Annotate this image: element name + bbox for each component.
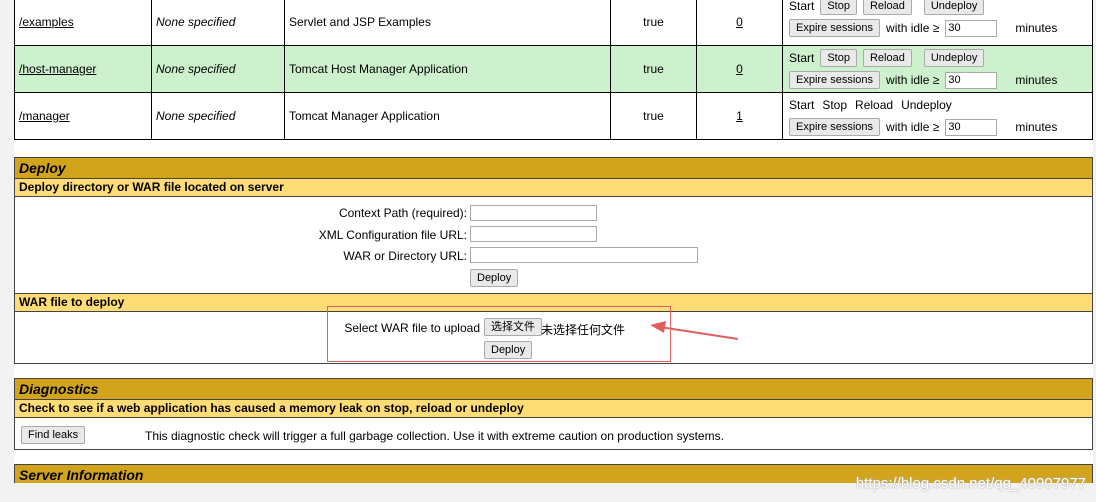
applications-table: /examples None specified Servlet and JSP… — [14, 0, 1093, 140]
minutes-label: minutes — [1015, 120, 1058, 134]
reload-command[interactable]: Reload — [855, 98, 893, 112]
start-command[interactable]: Start — [789, 0, 814, 13]
reload-button[interactable]: Reload — [862, 49, 912, 67]
manager-page: /examples None specified Servlet and JSP… — [14, 0, 1093, 483]
app-path-link[interactable]: /manager — [19, 109, 70, 123]
app-version: None specified — [151, 45, 285, 93]
war-url-label: WAR or Directory URL: — [343, 249, 467, 263]
context-path-input[interactable] — [470, 205, 597, 221]
app-version: None specified — [151, 92, 285, 140]
expire-sessions-button[interactable]: Expire sessions — [789, 71, 881, 89]
diagnostics-section: Diagnostics Check to see if a web applic… — [14, 378, 1093, 450]
app-running: true — [610, 92, 697, 140]
undeploy-command[interactable]: Undeploy — [901, 98, 952, 112]
idle-minutes-input[interactable] — [945, 71, 998, 89]
reload-button[interactable]: Reload — [862, 0, 912, 15]
diagnostics-note: This diagnostic check will trigger a ful… — [145, 429, 724, 443]
app-running: true — [610, 0, 697, 46]
app-version: None specified — [151, 0, 285, 46]
annotation-box — [327, 306, 671, 362]
minutes-label: minutes — [1015, 21, 1058, 35]
app-commands: Start Stop Reload Undeploy Expire sessio… — [782, 45, 1093, 93]
deploy-server-subtitle: Deploy directory or WAR file located on … — [15, 179, 1092, 197]
expire-sessions-button[interactable]: Expire sessions — [789, 19, 881, 37]
undeploy-button[interactable]: Undeploy — [923, 49, 985, 67]
deploy-server-button[interactable]: Deploy — [470, 269, 519, 287]
context-path-label: Context Path (required): — [338, 206, 467, 220]
table-row: /host-manager None specified Tomcat Host… — [14, 45, 1093, 93]
app-display-name: Servlet and JSP Examples — [284, 0, 611, 46]
xml-config-label: XML Configuration file URL: — [318, 228, 467, 242]
app-sessions-link[interactable]: 0 — [736, 62, 743, 76]
table-row: /examples None specified Servlet and JSP… — [14, 0, 1093, 46]
xml-config-input[interactable] — [470, 226, 597, 242]
watermark: https://blog.csdn.net/qq_40907977 — [855, 475, 1086, 492]
start-command[interactable]: Start — [789, 98, 814, 112]
idle-label: with idle ≥ — [886, 21, 940, 35]
app-path-link[interactable]: /host-manager — [19, 62, 96, 76]
stop-button[interactable]: Stop — [820, 0, 857, 15]
app-commands: Start Stop Reload Undeploy Expire sessio… — [782, 0, 1093, 46]
expire-sessions-button[interactable]: Expire sessions — [789, 118, 881, 136]
app-display-name: Tomcat Host Manager Application — [284, 45, 611, 93]
war-url-input[interactable] — [470, 247, 698, 263]
stop-button[interactable]: Stop — [820, 49, 857, 67]
annotation-arrow-icon — [650, 321, 739, 340]
idle-label: with idle ≥ — [886, 73, 940, 87]
diagnostics-title: Diagnostics — [15, 379, 1092, 400]
table-row: /manager None specified Tomcat Manager A… — [14, 92, 1093, 140]
start-command[interactable]: Start — [789, 51, 814, 65]
app-sessions-link[interactable]: 1 — [736, 109, 743, 123]
deploy-title: Deploy — [15, 158, 1092, 179]
app-path-link[interactable]: /examples — [19, 15, 74, 29]
idle-minutes-input[interactable] — [945, 19, 998, 37]
app-sessions-link[interactable]: 0 — [736, 15, 743, 29]
diagnostics-subtitle: Check to see if a web application has ca… — [15, 400, 1092, 418]
minutes-label: minutes — [1015, 73, 1058, 87]
stop-command[interactable]: Stop — [822, 98, 847, 112]
app-display-name: Tomcat Manager Application — [284, 92, 611, 140]
find-leaks-button[interactable]: Find leaks — [21, 426, 86, 444]
undeploy-button[interactable]: Undeploy — [923, 0, 985, 15]
idle-minutes-input[interactable] — [945, 118, 998, 136]
app-commands: Start Stop Reload Undeploy Expire sessio… — [782, 92, 1093, 140]
idle-label: with idle ≥ — [886, 120, 940, 134]
app-running: true — [610, 45, 697, 93]
